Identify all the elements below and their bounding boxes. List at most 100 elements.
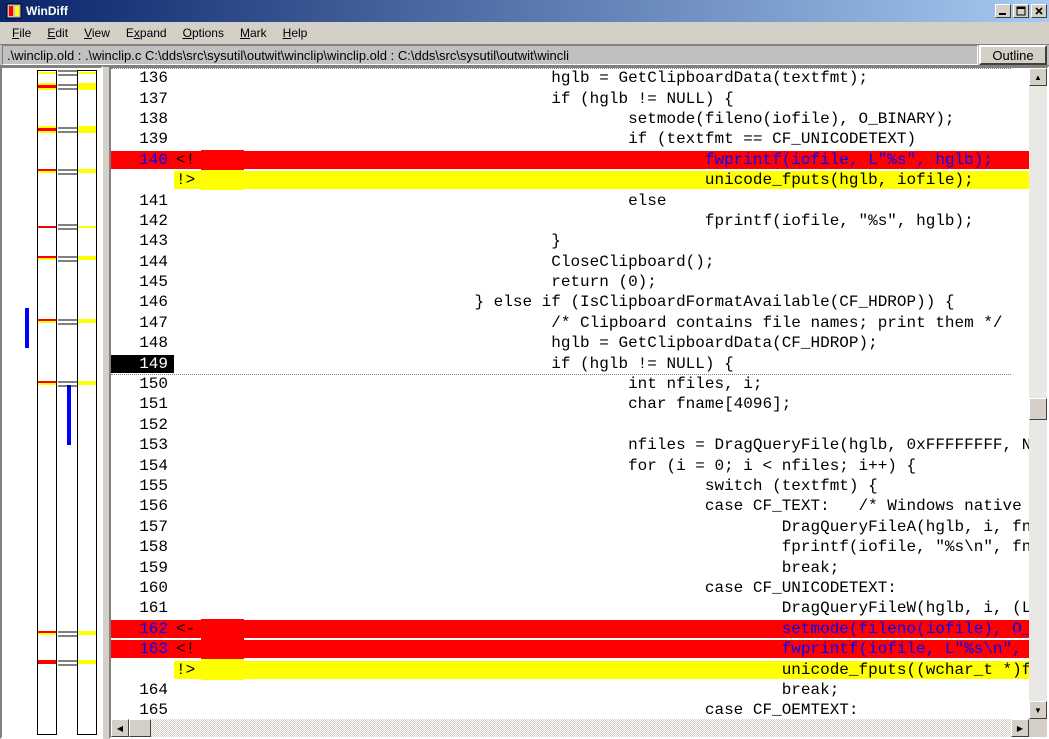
file-path-box[interactable]: .\winclip.old : .\winclip.c C:\dds\src\s…: [2, 45, 978, 65]
code-text: nfiles = DragQueryFile(hglb, 0xFFFFFFFF,…: [244, 436, 1029, 454]
code-row[interactable]: 144 CloseClipboard();: [111, 252, 1029, 272]
row-gap: [201, 252, 244, 272]
overview-left-column[interactable]: [37, 70, 57, 735]
line-number: 149: [111, 355, 174, 373]
code-row[interactable]: 165 case CF_OEMTEXT:: [111, 700, 1029, 719]
outline-button[interactable]: Outline: [979, 45, 1047, 65]
overview-diff-bar: [78, 72, 96, 74]
app-icon: [6, 3, 22, 19]
code-row[interactable]: 156 case CF_TEXT: /* Windows native */: [111, 496, 1029, 516]
row-gap: [201, 374, 244, 394]
code-row[interactable]: 138 setmode(fileno(iofile), O_BINARY);: [111, 109, 1029, 129]
row-gap: [201, 680, 244, 700]
code-row[interactable]: 151 char fname[4096];: [111, 394, 1029, 414]
scroll-right-button[interactable]: ▶: [1011, 719, 1029, 737]
code-row[interactable]: 148 hglb = GetClipboardData(CF_HDROP);: [111, 333, 1029, 353]
line-number: 140: [111, 151, 174, 169]
line-number: 153: [111, 436, 174, 454]
code-row[interactable]: 136 hglb = GetClipboardData(textfmt);: [111, 68, 1029, 88]
code-row[interactable]: 153 nfiles = DragQueryFile(hglb, 0xFFFFF…: [111, 435, 1029, 455]
code-text: return (0);: [244, 273, 1029, 291]
overview-diff-bar: [78, 631, 96, 635]
vscroll-thumb[interactable]: [1029, 398, 1047, 420]
menu-edit[interactable]: Edit: [39, 24, 76, 42]
code-row[interactable]: 162<- setmode(fileno(iofile), O_BINAI: [111, 619, 1029, 639]
row-gap: [201, 659, 244, 679]
overview-diff-bar: [38, 226, 56, 228]
code-row[interactable]: 152: [111, 415, 1029, 435]
overview-diff-bar: [38, 169, 56, 171]
overview-diff-bar: [78, 226, 96, 228]
overview-pane[interactable]: [0, 66, 103, 739]
code-row[interactable]: 146 } else if (IsClipboardFormatAvailabl…: [111, 292, 1029, 312]
code-text: fprintf(iofile, "%s", hglb);: [244, 212, 1029, 230]
scroll-up-button[interactable]: ▲: [1029, 68, 1047, 86]
code-row[interactable]: 142 fprintf(iofile, "%s", hglb);: [111, 211, 1029, 231]
menu-file[interactable]: File: [4, 24, 39, 42]
overview-connectors: [58, 70, 77, 730]
hscroll-thumb[interactable]: [129, 719, 151, 737]
vertical-scrollbar[interactable]: ▲ ▼: [1029, 68, 1047, 719]
code-row[interactable]: 145 return (0);: [111, 272, 1029, 292]
overview-diff-bar: [78, 256, 96, 260]
menu-options[interactable]: Options: [175, 24, 232, 42]
code-row[interactable]: 160 case CF_UNICODETEXT:: [111, 578, 1029, 598]
code-row[interactable]: 154 for (i = 0; i < nfiles; i++) {: [111, 455, 1029, 475]
code-row[interactable]: 161 DragQueryFileW(hglb, i, (LPWSTI: [111, 598, 1029, 618]
line-number: 160: [111, 579, 174, 597]
code-row[interactable]: 157 DragQueryFileA(hglb, i, fname,: [111, 517, 1029, 537]
line-number: 141: [111, 192, 174, 210]
horizontal-scrollbar[interactable]: ◀ ▶: [111, 719, 1029, 737]
code-area[interactable]: 136 hglb = GetClipboardData(textfmt);137…: [111, 68, 1029, 719]
code-text: unicode_fputs((wchar_t *)fname: [244, 661, 1029, 679]
code-row[interactable]: 140<! fwprintf(iofile, L"%s", hglb);: [111, 150, 1029, 170]
code-text: unicode_fputs(hglb, iofile);: [244, 171, 1029, 189]
minimize-button[interactable]: [995, 4, 1011, 18]
code-row[interactable]: 137 if (hglb != NULL) {: [111, 88, 1029, 108]
code-text: else: [244, 192, 1029, 210]
overview-diff-bar: [38, 631, 56, 633]
maximize-button[interactable]: [1013, 4, 1029, 18]
code-row[interactable]: 143 }: [111, 231, 1029, 251]
code-text: DragQueryFileA(hglb, i, fname,: [244, 518, 1029, 536]
row-gap: [201, 619, 244, 639]
overview-diff-bar: [78, 660, 96, 664]
code-row[interactable]: 158 fprintf(iofile, "%s\n", fname): [111, 537, 1029, 557]
diff-marker: !>: [174, 661, 201, 679]
line-number: 144: [111, 253, 174, 271]
code-row[interactable]: 139 if (textfmt == CF_UNICODETEXT): [111, 129, 1029, 149]
overview-right-column[interactable]: [77, 70, 97, 735]
row-gap: [201, 496, 244, 516]
code-row[interactable]: 149 if (hglb != NULL) {: [111, 353, 1029, 373]
code-row[interactable]: 141 else: [111, 190, 1029, 210]
row-gap: [201, 129, 244, 149]
row-gap: [201, 639, 244, 659]
row-gap: [201, 231, 244, 251]
code-row[interactable]: 159 break;: [111, 557, 1029, 577]
scroll-down-button[interactable]: ▼: [1029, 701, 1047, 719]
overview-diff-bar: [38, 660, 56, 664]
menu-view[interactable]: View: [76, 24, 118, 42]
scroll-corner: [1029, 719, 1047, 737]
code-row[interactable]: 155 switch (textfmt) {: [111, 476, 1029, 496]
code-row[interactable]: 147 /* Clipboard contains file names; pr…: [111, 313, 1029, 333]
row-gap: [201, 313, 244, 333]
window-title: WinDiff: [26, 4, 995, 18]
menu-help[interactable]: Help: [275, 24, 316, 42]
row-gap: [201, 476, 244, 496]
close-button[interactable]: [1031, 4, 1047, 18]
code-row[interactable]: 164 break;: [111, 680, 1029, 700]
menu-mark[interactable]: Mark: [232, 24, 275, 42]
menu-expand[interactable]: Expand: [118, 24, 175, 42]
scroll-left-button[interactable]: ◀: [111, 719, 129, 737]
code-row[interactable]: !> unicode_fputs(hglb, iofile);: [111, 170, 1029, 190]
code-text: setmode(fileno(iofile), O_BINARY);: [244, 110, 1029, 128]
line-number: 138: [111, 110, 174, 128]
code-row[interactable]: !> unicode_fputs((wchar_t *)fname: [111, 659, 1029, 679]
code-row[interactable]: 150 int nfiles, i;: [111, 374, 1029, 394]
code-row[interactable]: 163<! fwprintf(iofile, L"%s\n", fnam: [111, 639, 1029, 659]
code-text: DragQueryFileW(hglb, i, (LPWSTI: [244, 599, 1029, 617]
line-number: 146: [111, 293, 174, 311]
line-number: 155: [111, 477, 174, 495]
code-text: setmode(fileno(iofile), O_BINAI: [244, 620, 1029, 638]
